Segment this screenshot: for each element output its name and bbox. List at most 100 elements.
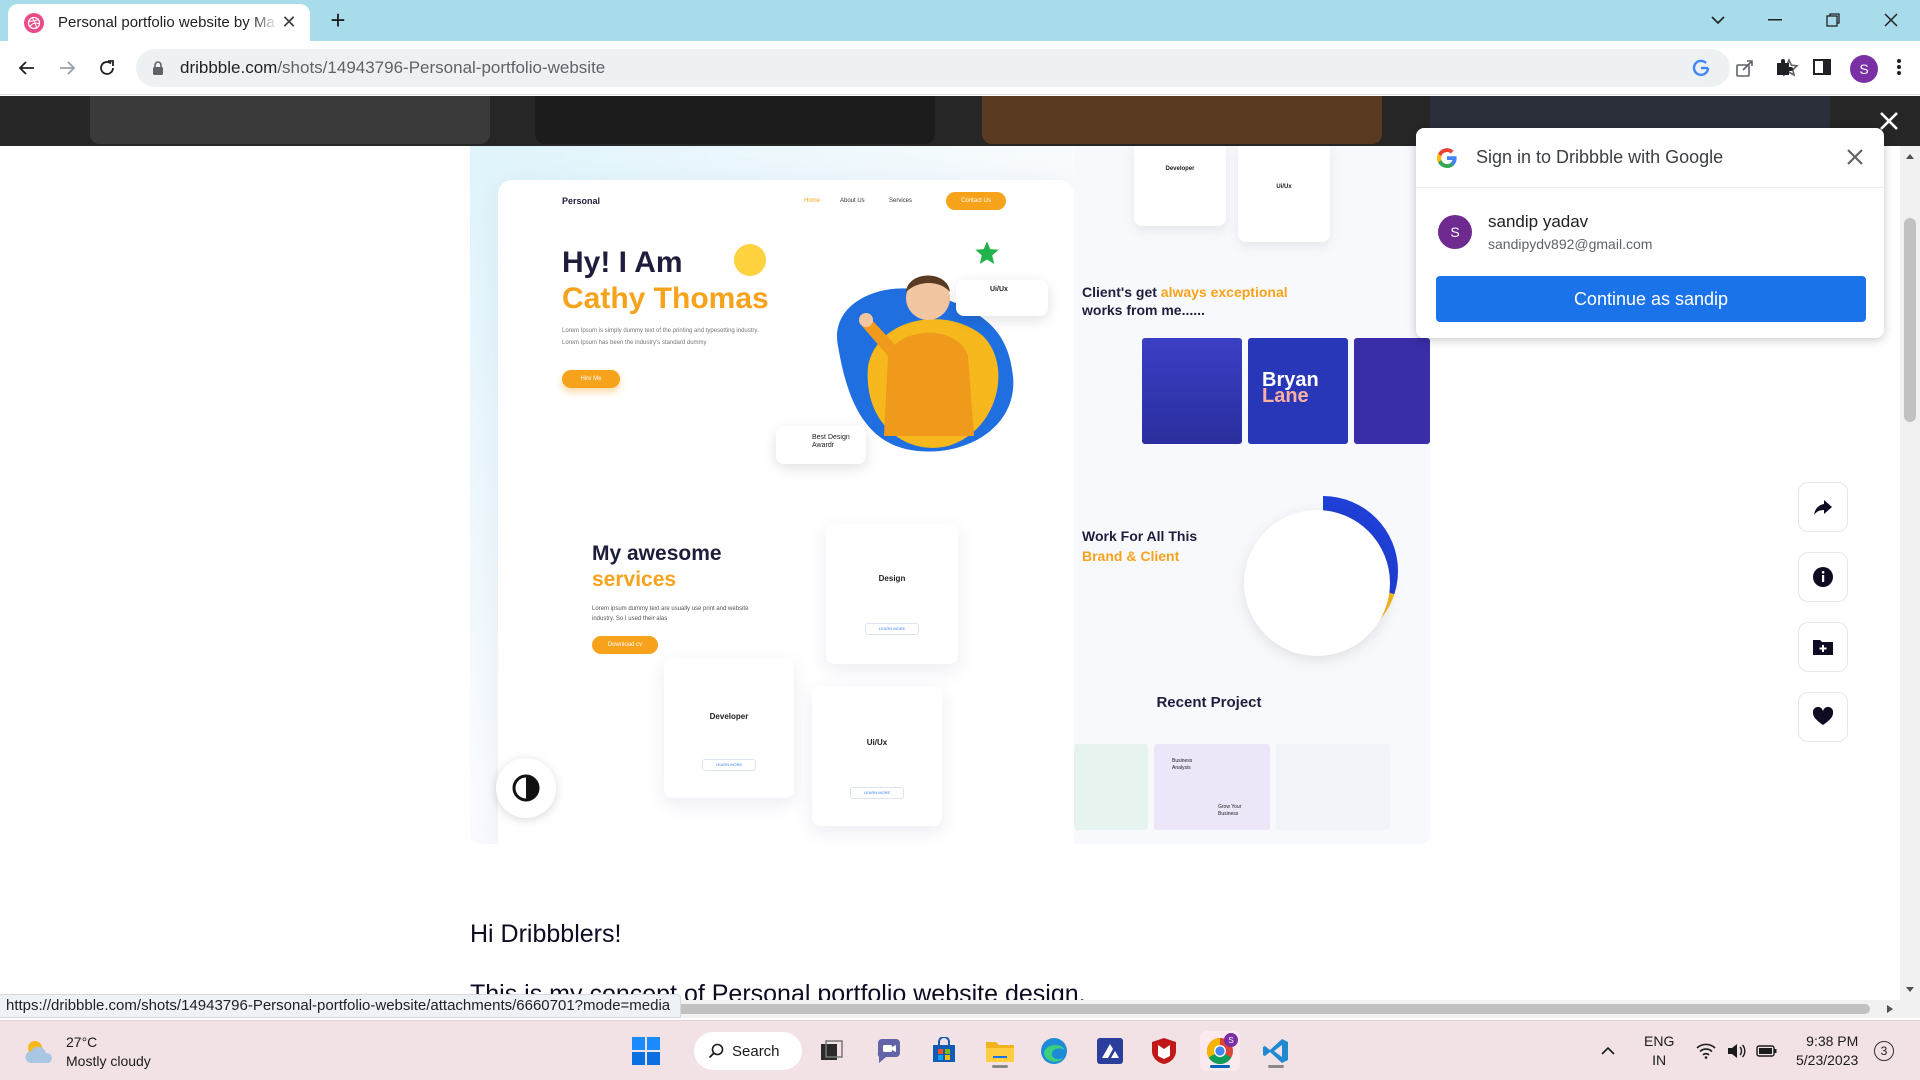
azure-studio-button[interactable]: [1090, 1031, 1130, 1071]
teams-chat-button[interactable]: [868, 1031, 908, 1071]
mockup-lane-text: Lane: [1262, 385, 1309, 407]
mockup-hire-button: Hire Me: [562, 370, 620, 388]
mockup-contact-button: Contact Us: [946, 192, 1006, 210]
scroll-right-arrow-icon[interactable]: [1886, 1004, 1894, 1014]
volume-icon: [1728, 1044, 1746, 1058]
profile-avatar[interactable]: S: [1850, 55, 1878, 83]
vscode-icon: [1263, 1039, 1288, 1063]
mockup-card-cta: LEARN MORE: [702, 759, 756, 771]
mcafee-button[interactable]: [1144, 1031, 1184, 1071]
mockup-project-label: Grow Your Business: [1218, 804, 1242, 817]
show-hidden-icons-button[interactable]: [1596, 1031, 1620, 1071]
tab-title: Personal portfolio website by Ma: [58, 14, 275, 31]
like-button[interactable]: [1798, 692, 1848, 742]
mockup-award-badge: Best Design Awardr: [776, 426, 866, 464]
weather-condition: Mostly cloudy: [66, 1053, 151, 1069]
chat-icon: [877, 1039, 900, 1063]
mockup-uiux-badge: Ui/Ux: [956, 280, 1048, 316]
url-path: /shots/14943796-Personal-portfolio-websi…: [277, 58, 606, 77]
input-language-indicator[interactable]: ENG IN: [1644, 1032, 1674, 1070]
background-shot-thumbnail: [535, 96, 935, 144]
edge-icon: [1041, 1038, 1067, 1064]
share-icon[interactable]: [1734, 57, 1756, 79]
scroll-up-arrow-icon[interactable]: [1905, 152, 1915, 160]
continue-as-button[interactable]: Continue as sandip: [1436, 276, 1866, 322]
lock-icon[interactable]: [150, 60, 166, 76]
address-bar[interactable]: dribbble.com/shots/14943796-Personal-por…: [136, 49, 1730, 87]
vertical-scrollbar[interactable]: [1900, 146, 1920, 1000]
mockup-services-text: industry. So I used their alas: [592, 616, 668, 622]
account-email: sandipydv892@gmail.com: [1488, 236, 1653, 252]
url-text: dribbble.com/shots/14943796-Personal-por…: [180, 58, 605, 78]
task-view-button[interactable]: [812, 1031, 852, 1071]
browser-tab-strip: Personal portfolio website by Ma ✕ +: [0, 0, 1920, 41]
mockup-service-card: Design LEARN MORE: [826, 524, 958, 664]
maximize-button[interactable]: [1818, 6, 1848, 34]
browser-tab[interactable]: Personal portfolio website by Ma ✕: [8, 4, 310, 41]
tab-close-icon[interactable]: ✕: [278, 12, 300, 33]
google-logo-icon: [1437, 147, 1457, 168]
mockup-project-label: Business Analysis: [1172, 758, 1193, 771]
signin-account-row[interactable]: S sandip yadav sandipydv892@gmail.com: [1438, 212, 1652, 252]
windows-logo-icon: [632, 1037, 660, 1065]
mockup-clients-text: Client's get: [1082, 284, 1161, 300]
share-button[interactable]: [1798, 482, 1848, 532]
mockup-star-icon: [974, 240, 1000, 271]
reload-button[interactable]: [94, 55, 120, 81]
dribbble-favicon-icon: [24, 12, 44, 33]
mockup-award-line: Best Design: [812, 434, 850, 441]
window-close-button[interactable]: [1876, 6, 1906, 34]
store-bag-icon: [933, 1037, 955, 1062]
share-arrow-icon: [1814, 500, 1832, 515]
shot-details-button[interactable]: [1798, 552, 1848, 602]
mockup-work-highlight: Brand & Client: [1082, 548, 1180, 564]
chrome-profile-badge: S: [1224, 1033, 1238, 1047]
status-bar-url: https://dribbble.com/shots/14943796-Pers…: [0, 994, 682, 1018]
save-to-collection-button[interactable]: [1798, 622, 1848, 672]
folder-icon: [986, 1042, 1014, 1062]
tab-search-chevron-icon[interactable]: [1703, 6, 1733, 34]
mockup-right-column: Developer Ui/Ux Client's get always exce…: [1074, 146, 1430, 844]
side-panel-icon[interactable]: [1812, 57, 1832, 82]
mockup-service-card: Developer LEARN MORE: [664, 658, 794, 798]
start-button[interactable]: [626, 1031, 666, 1071]
extensions-puzzle-icon[interactable]: [1774, 57, 1794, 82]
back-button[interactable]: [14, 55, 40, 81]
forward-button[interactable]: [54, 55, 80, 81]
file-explorer-button[interactable]: [980, 1031, 1020, 1071]
mockup-work-thumbnail: [1142, 338, 1242, 444]
edge-browser-button[interactable]: [1034, 1031, 1074, 1071]
quick-settings-button[interactable]: [1692, 1031, 1782, 1071]
mockup-nav-home: Home: [804, 198, 821, 204]
contrast-toggle-button[interactable]: [496, 758, 556, 818]
weather-widget[interactable]: 27°C Mostly cloudy: [22, 1033, 151, 1071]
mockup-card-title: Ui/Ux: [866, 738, 888, 747]
chrome-menu-icon[interactable]: [1896, 57, 1902, 82]
minimize-button[interactable]: [1760, 6, 1790, 34]
new-tab-button[interactable]: +: [326, 7, 350, 33]
mockup-card-cta: LEARN MORE: [850, 787, 904, 799]
microsoft-store-button[interactable]: [924, 1031, 964, 1071]
shot-actions-rail: [1798, 482, 1848, 762]
taskbar-search[interactable]: Search: [694, 1032, 802, 1070]
chrome-button[interactable]: S: [1200, 1031, 1240, 1071]
taskbar-clock[interactable]: 9:38 PM 5/23/2023: [1796, 1032, 1858, 1070]
background-shot-thumbnail: [982, 96, 1382, 144]
mockup-clients-highlight: always exceptional: [1160, 284, 1288, 300]
vscode-button[interactable]: [1256, 1031, 1296, 1071]
account-name: sandip yadav: [1488, 212, 1589, 231]
notification-count-badge[interactable]: 3: [1874, 1041, 1894, 1061]
google-lens-icon[interactable]: [1690, 57, 1712, 79]
mockup-mini-card: Ui/Ux: [1238, 146, 1330, 242]
task-view-icon: [821, 1040, 843, 1060]
signin-close-icon[interactable]: [1842, 144, 1868, 170]
mockup-download-button: Download cv: [592, 636, 658, 654]
mockup-work-title: Work For All This: [1082, 528, 1198, 544]
shot-image[interactable]: Personal Home About Us Services Contact …: [470, 146, 1430, 844]
scroll-down-arrow-icon[interactable]: [1905, 986, 1915, 994]
mockup-card-title: Developer: [709, 712, 749, 721]
mockup-services-text: Lorem ipsum dummy text are usually use p…: [592, 606, 749, 612]
clock-time: 9:38 PM: [1806, 1033, 1859, 1049]
vertical-scroll-thumb[interactable]: [1904, 218, 1916, 422]
mockup-clients-title: Client's get always exceptional: [1082, 284, 1288, 300]
